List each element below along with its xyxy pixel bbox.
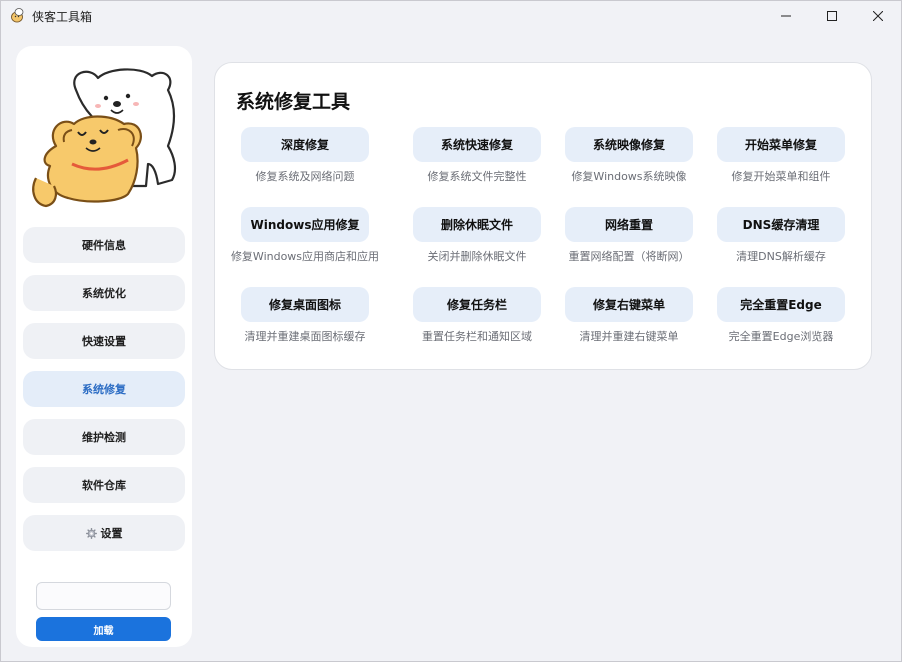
tool-description: 重置网络配置（将断网） [568, 250, 690, 263]
sidebar-item-label: 设置 [100, 527, 123, 540]
context-menu-repair-button[interactable]: 修复右键菜单 [565, 287, 693, 322]
load-input[interactable] [36, 582, 171, 610]
page-title: 系统修复工具 [236, 91, 351, 113]
window-title: 侠客工具箱 [32, 10, 93, 24]
gear-icon [85, 527, 97, 539]
maximize-icon [827, 11, 837, 21]
tool-description: 修复Windows应用商店和应用 [230, 250, 380, 263]
sidebar-item-system-repair[interactable]: 系统修复 [23, 371, 185, 407]
edge-reset-button[interactable]: 完全重置Edge [717, 287, 845, 322]
sidebar-item-label: 软件仓库 [82, 479, 126, 492]
network-reset-button[interactable]: 网络重置 [565, 207, 693, 242]
tool-card: 删除休眠文件 关闭并删除休眠文件 [401, 207, 553, 267]
delete-hibernation-button[interactable]: 删除休眠文件 [413, 207, 541, 242]
sidebar-item-label: 硬件信息 [82, 239, 126, 252]
tool-card: 修复桌面图标 清理并重建桌面图标缓存 [229, 287, 381, 347]
mascot-illustration [32, 68, 177, 208]
title-bar[interactable]: 侠客工具箱 [1, 1, 901, 31]
tool-description: 完全重置Edge浏览器 [728, 330, 834, 343]
tool-card: 系统快速修复 修复系统文件完整性 [401, 127, 553, 187]
tool-card: Windows应用修复 修复Windows应用商店和应用 [229, 207, 381, 267]
sidebar-item-maintenance[interactable]: 维护检测 [23, 419, 185, 455]
maximize-button[interactable] [809, 1, 855, 31]
tool-description: 修复开始菜单和组件 [731, 170, 831, 183]
tool-card: 完全重置Edge 完全重置Edge浏览器 [705, 287, 857, 347]
start-menu-repair-button[interactable]: 开始菜单修复 [717, 127, 845, 162]
taskbar-repair-button[interactable]: 修复任务栏 [413, 287, 541, 322]
close-icon [873, 11, 883, 21]
minimize-icon [781, 15, 791, 17]
tool-description: 重置任务栏和通知区域 [422, 330, 532, 343]
sidebar-item-label: 维护检测 [82, 431, 126, 444]
tool-description: 清理DNS解析缓存 [736, 250, 826, 263]
windows-app-repair-button[interactable]: Windows应用修复 [241, 207, 369, 242]
tool-card: 开始菜单修复 修复开始菜单和组件 [705, 127, 857, 187]
app-logo-icon [11, 8, 24, 23]
tool-card: DNS缓存清理 清理DNS解析缓存 [705, 207, 857, 267]
sidebar-item-settings[interactable]: 设置 [23, 515, 185, 551]
desktop-icon-repair-button[interactable]: 修复桌面图标 [241, 287, 369, 322]
tool-description: 关闭并删除休眠文件 [427, 250, 527, 263]
app-window: 侠客工具箱 硬件信息 系统优化 快速设置 系统修复 维护检测 软件仓库 设置 加… [0, 0, 902, 662]
sidebar-item-label: 系统优化 [82, 287, 126, 300]
sidebar-item-software-repo[interactable]: 软件仓库 [23, 467, 185, 503]
sidebar-item-hardware-info[interactable]: 硬件信息 [23, 227, 185, 263]
tool-description: 修复系统文件完整性 [427, 170, 527, 183]
repair-tools-panel: 系统修复工具 深度修复 修复系统及网络问题 系统快速修复 修复系统文件完整性 系… [214, 62, 872, 370]
close-button[interactable] [855, 1, 901, 31]
tool-card: 网络重置 重置网络配置（将断网） [553, 207, 705, 267]
tool-card: 深度修复 修复系统及网络问题 [229, 127, 381, 187]
tool-description: 清理并重建右键菜单 [579, 330, 679, 343]
tool-description: 清理并重建桌面图标缓存 [244, 330, 366, 343]
minimize-button[interactable] [763, 1, 809, 31]
sidebar: 硬件信息 系统优化 快速设置 系统修复 维护检测 软件仓库 设置 加载 [16, 46, 192, 647]
load-button[interactable]: 加载 [36, 617, 171, 641]
tool-card: 系统映像修复 修复Windows系统映像 [553, 127, 705, 187]
sidebar-item-quick-settings[interactable]: 快速设置 [23, 323, 185, 359]
dns-cache-clean-button[interactable]: DNS缓存清理 [717, 207, 845, 242]
sidebar-item-label: 快速设置 [82, 335, 126, 348]
sidebar-item-label: 系统修复 [82, 383, 126, 396]
tool-description: 修复系统及网络问题 [255, 170, 355, 183]
tool-description: 修复Windows系统映像 [571, 170, 687, 183]
deep-repair-button[interactable]: 深度修复 [241, 127, 369, 162]
tool-card: 修复右键菜单 清理并重建右键菜单 [553, 287, 705, 347]
system-image-repair-button[interactable]: 系统映像修复 [565, 127, 693, 162]
sidebar-item-system-optimize[interactable]: 系统优化 [23, 275, 185, 311]
tool-card: 修复任务栏 重置任务栏和通知区域 [401, 287, 553, 347]
quick-system-repair-button[interactable]: 系统快速修复 [413, 127, 541, 162]
